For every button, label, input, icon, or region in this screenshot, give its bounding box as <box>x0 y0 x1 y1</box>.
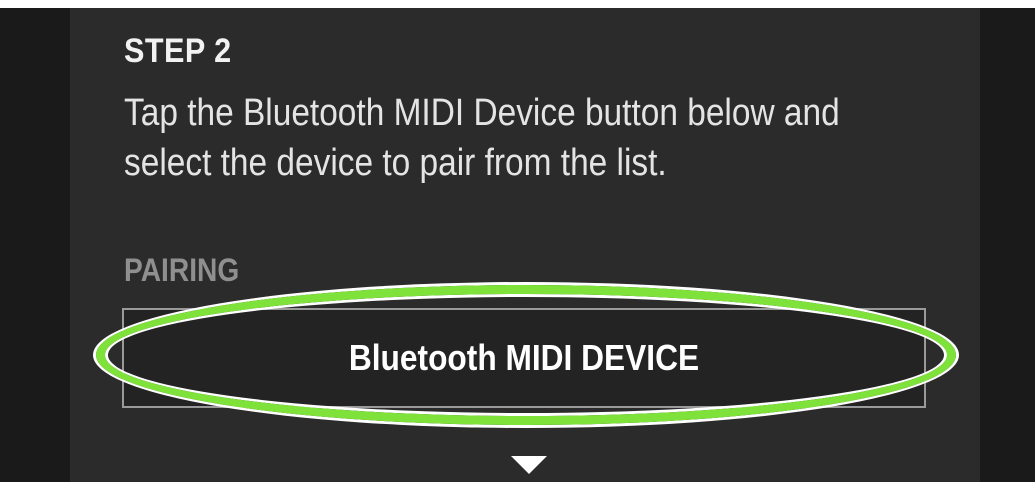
step-title: STEP 2 <box>124 32 232 70</box>
bluetooth-midi-device-button-label: Bluetooth MIDI DEVICE <box>348 337 700 378</box>
step-instruction: Tap the Bluetooth MIDI Device button bel… <box>124 92 840 184</box>
setup-panel: STEP 2 Tap the Bluetooth MIDI Device but… <box>70 8 980 482</box>
bluetooth-midi-device-button[interactable]: Bluetooth MIDI DEVICE <box>122 308 926 408</box>
pairing-section-label: PAIRING <box>124 252 240 288</box>
app-screen: STEP 2 Tap the Bluetooth MIDI Device but… <box>0 8 1035 482</box>
triangle-down-icon <box>511 456 547 474</box>
